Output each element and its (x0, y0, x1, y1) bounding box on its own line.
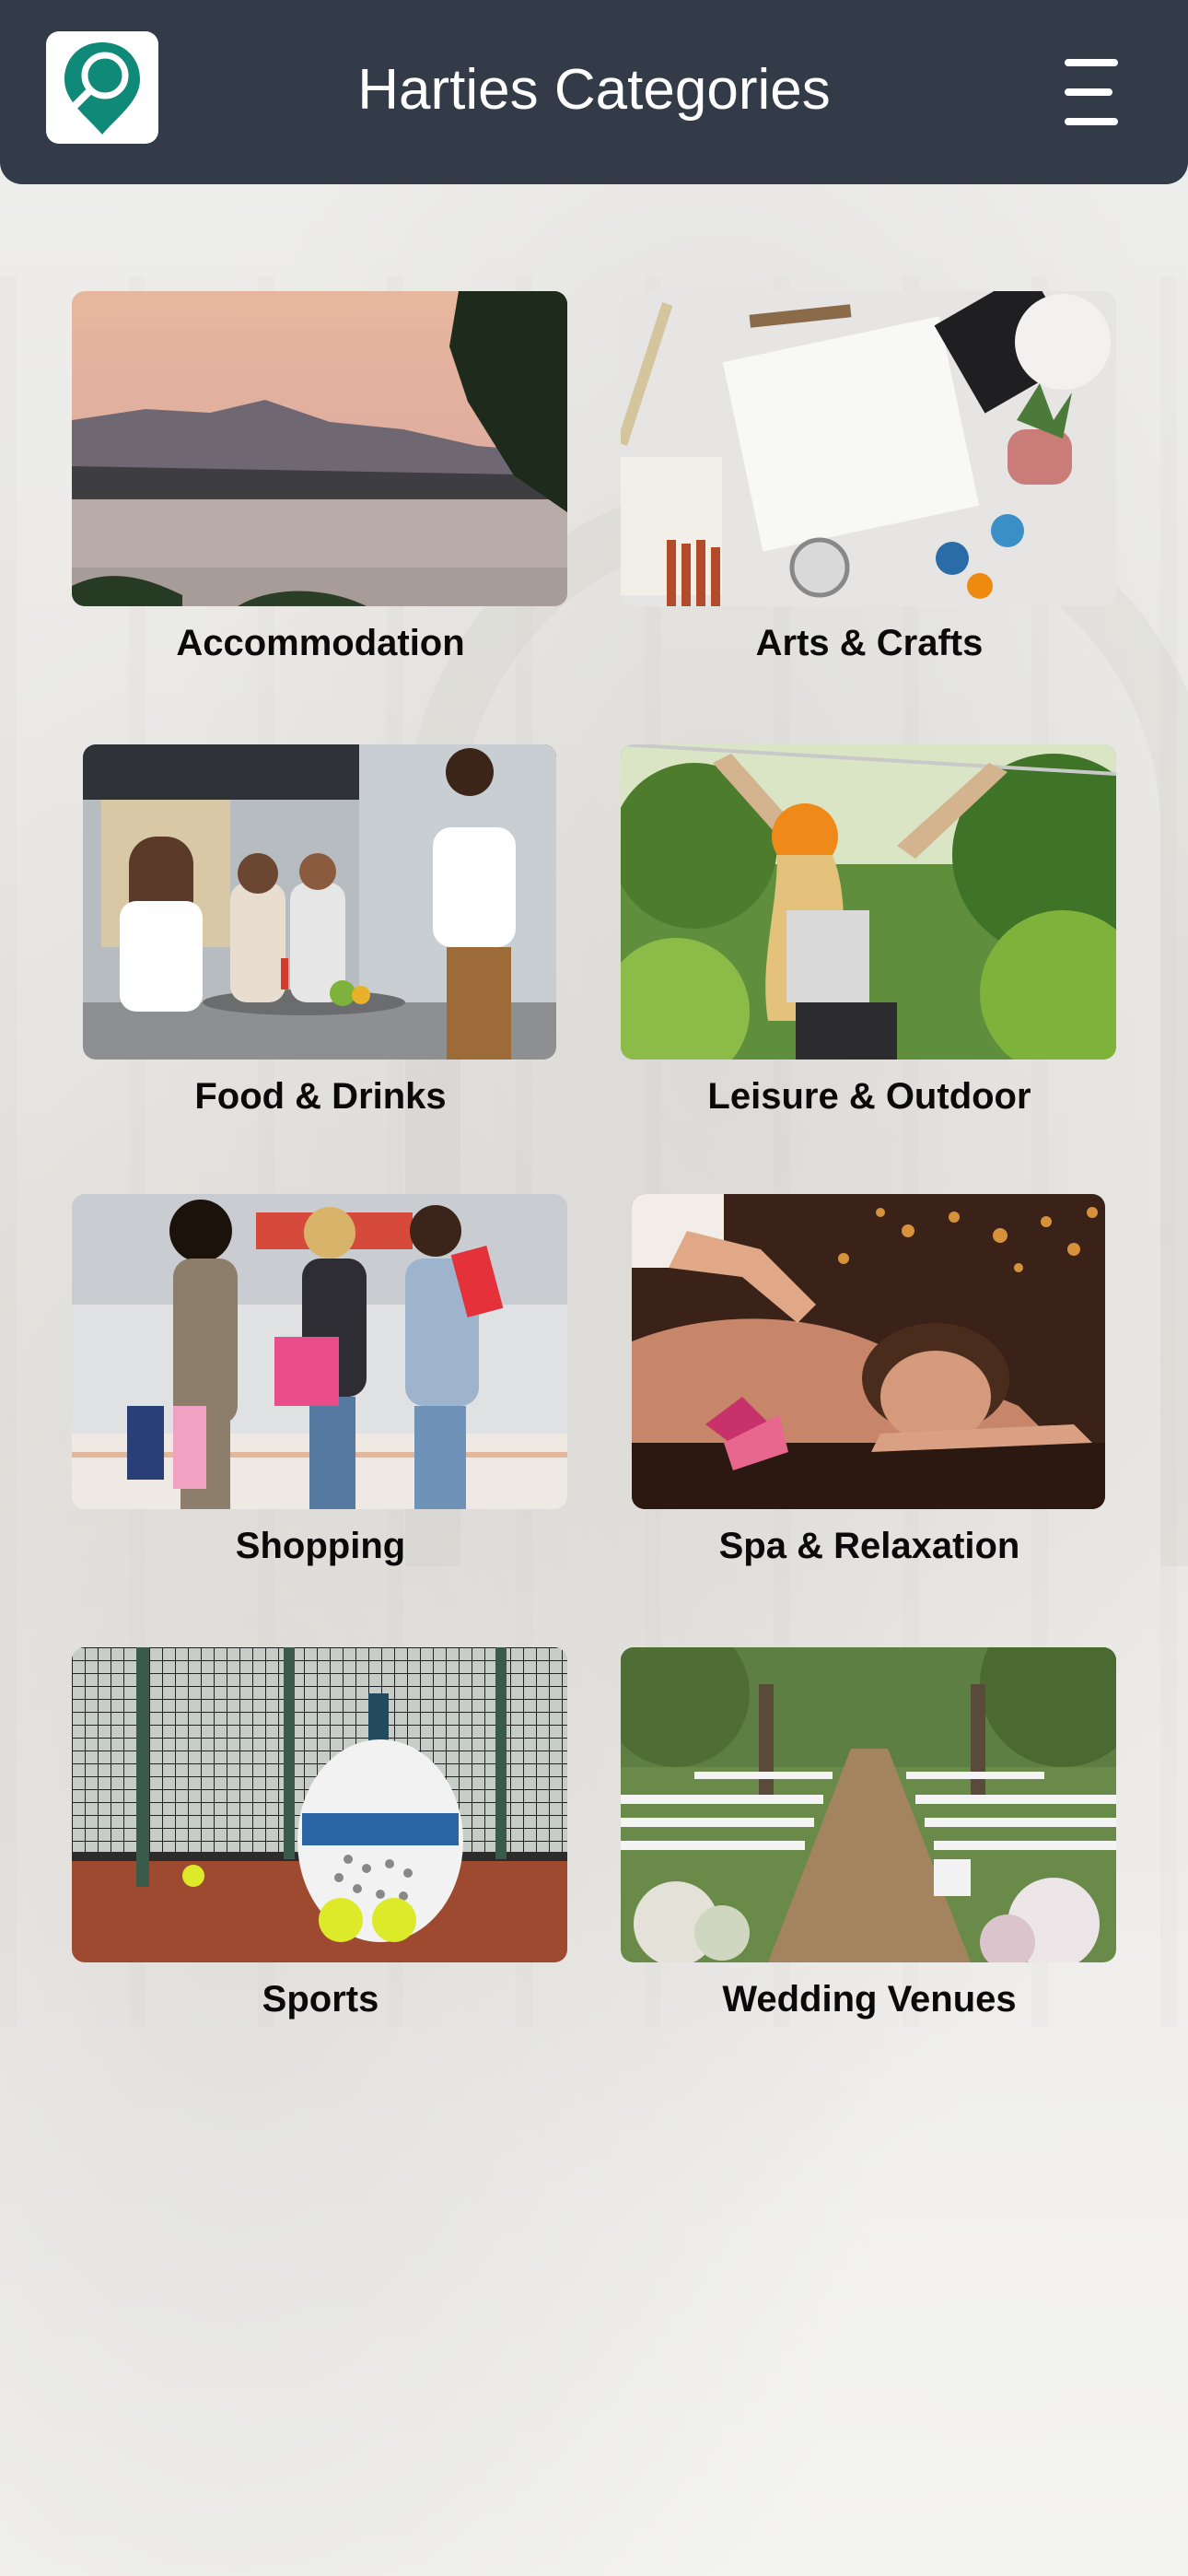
massage-candles-photo (632, 1194, 1105, 1509)
art-supplies-flatlay-photo (621, 291, 1116, 606)
padel-racket-net-photo (72, 1647, 567, 1962)
women-shopping-mall-photo (72, 1194, 567, 1509)
category-card-wedding-venues[interactable]: Wedding Venues (621, 1647, 1118, 2034)
app-header: Harties Categories (0, 0, 1188, 184)
category-card-food-drinks[interactable]: Food & Drinks (72, 744, 569, 1131)
page-title: Harties Categories (357, 58, 831, 122)
category-label: Arts & Crafts (755, 623, 984, 663)
category-card-leisure-outdoor[interactable]: Leisure & Outdoor (621, 744, 1118, 1131)
category-card-accommodation[interactable]: Accommodation (72, 291, 569, 678)
category-card-shopping[interactable]: Shopping (72, 1194, 569, 1581)
category-label: Shopping (235, 1526, 406, 1566)
category-card-arts-crafts[interactable]: Arts & Crafts (621, 291, 1118, 678)
category-label: Leisure & Outdoor (707, 1076, 1031, 1117)
category-label: Sports (262, 1979, 379, 2020)
zipline-forest-photo (621, 744, 1116, 1060)
category-card-spa-relaxation[interactable]: Spa & Relaxation (621, 1194, 1118, 1581)
hamburger-menu-icon[interactable] (1059, 55, 1124, 129)
category-card-sports[interactable]: Sports (72, 1647, 569, 2034)
category-label: Wedding Venues (722, 1979, 1017, 2020)
friends-dining-outdoor-photo (83, 744, 556, 1060)
category-label: Food & Drinks (194, 1076, 447, 1117)
lake-sunset-mountains-photo (72, 291, 567, 606)
category-label: Spa & Relaxation (718, 1526, 1020, 1566)
category-label: Accommodation (176, 623, 465, 663)
wedding-ceremony-garden-photo (621, 1647, 1116, 1962)
